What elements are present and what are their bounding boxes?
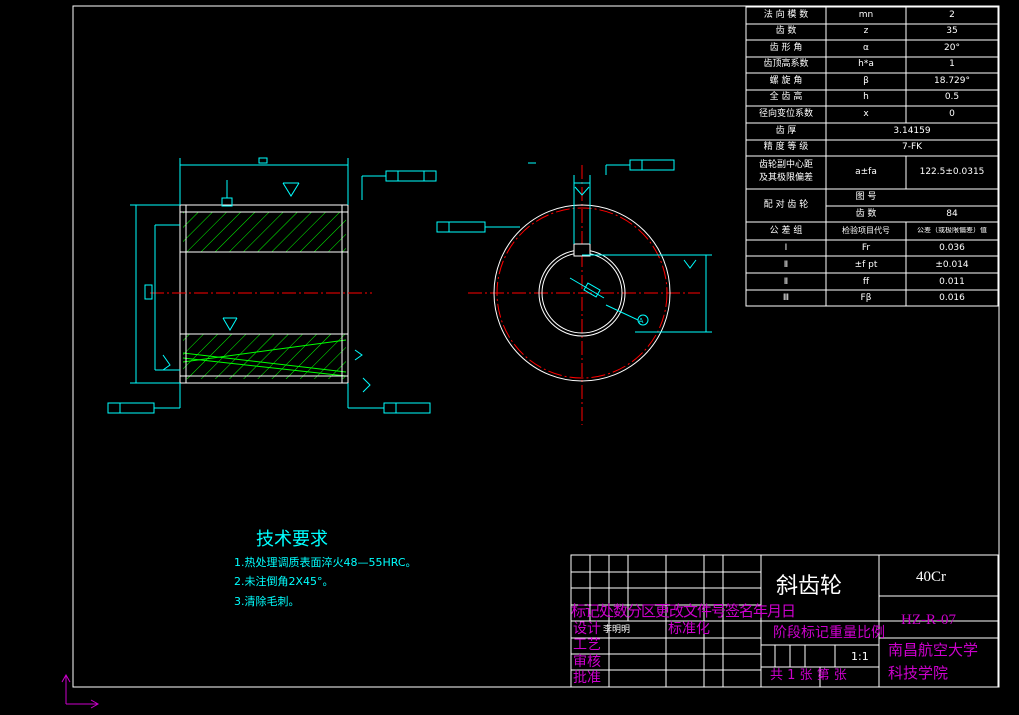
param-name-0: 法 向 模 数 xyxy=(763,10,809,20)
mating-teeth-label: 齿 数 xyxy=(855,209,877,219)
drawing-number: HZ-R-07 xyxy=(901,612,956,628)
center-distance-name-2: 及其极限偏差 xyxy=(758,173,813,183)
tech-requirement-item: 2.未注倒角2X45°。 xyxy=(234,575,334,588)
param-value-3: 1 xyxy=(949,59,955,69)
param-value-5: 0.5 xyxy=(944,92,960,102)
drawing-canvas: A xyxy=(61,5,1000,709)
approve-label: 批准 xyxy=(573,670,601,686)
svg-text:A: A xyxy=(639,317,644,325)
param-symbol-4: β xyxy=(863,76,869,86)
tol-group-0: Ⅰ xyxy=(784,243,788,253)
tech-requirements-title: 技术要求 xyxy=(256,529,328,550)
tol-header-item: 检验项目代号 xyxy=(842,226,890,235)
tech-requirement-item: 1.热处理调质表面淬火48—55HRC。 xyxy=(234,556,417,569)
tol-value-1: ±0.014 xyxy=(935,260,969,270)
ucs-icon xyxy=(61,673,100,709)
param-value-7: 3.14159 xyxy=(893,126,931,136)
tol-header-value: 公差（或极限偏差）值 xyxy=(917,227,987,234)
center-distance-symbol: a±fa xyxy=(855,167,877,177)
param-value-6: 0 xyxy=(949,109,955,119)
mating-fig-no-label: 图 号 xyxy=(855,192,877,202)
design-label: 设计 xyxy=(573,621,601,637)
param-value-0: 2 xyxy=(949,10,955,20)
param-symbol-1: z xyxy=(863,26,869,36)
tol-item-2: ff xyxy=(862,277,870,287)
mating-teeth-value: 84 xyxy=(946,209,958,219)
param-name-4: 螺 旋 角 xyxy=(769,76,803,86)
tol-value-0: 0.036 xyxy=(939,243,965,253)
material: 40Cr xyxy=(916,569,946,585)
tol-item-1: ±f pt xyxy=(854,260,878,270)
param-symbol-6: x xyxy=(863,109,869,119)
stage-header: 阶段标记重量比例 xyxy=(773,625,885,641)
param-symbol-3: h*a xyxy=(858,59,874,69)
mating-gear-label: 配 对 齿 轮 xyxy=(763,200,809,210)
param-name-2: 齿 形 角 xyxy=(769,43,803,53)
process-label: 工艺 xyxy=(573,637,601,653)
tol-group-2: Ⅱ xyxy=(783,277,789,287)
review-label: 审核 xyxy=(573,654,601,670)
scale-value: 1:1 xyxy=(851,650,869,663)
tol-item-3: Fβ xyxy=(860,293,872,303)
section-view xyxy=(107,157,437,414)
part-name: 斜齿轮 xyxy=(776,574,843,599)
end-view: A xyxy=(436,159,712,425)
school-name-2: 科技学院 xyxy=(888,664,949,682)
param-name-6: 径向变位系数 xyxy=(758,109,813,119)
param-symbol-2: α xyxy=(863,43,869,53)
tol-header-group: 公 差 组 xyxy=(769,226,803,236)
param-name-7: 齿 厚 xyxy=(775,126,797,136)
param-value-8: 7-FK xyxy=(901,142,923,152)
school-name: 南昌航空大学 xyxy=(888,641,979,659)
sheets-label: 共 1 张 第 张 xyxy=(770,668,847,683)
designer-name: 李明明 xyxy=(603,625,631,635)
upper-hatch xyxy=(183,212,346,252)
tol-item-0: Fr xyxy=(861,243,871,253)
tol-value-2: 0.011 xyxy=(939,277,965,287)
tol-group-1: Ⅱ xyxy=(783,260,789,270)
param-name-5: 全 齿 高 xyxy=(769,92,803,102)
param-value-4: 18.729° xyxy=(934,76,970,86)
param-name-3: 齿顶高系数 xyxy=(763,59,809,69)
standardize-label: 标准化 xyxy=(668,621,710,637)
lower-hatch xyxy=(183,334,346,379)
center-distance-name-1: 齿轮副中心距 xyxy=(758,160,813,170)
param-name-8: 精 度 等 级 xyxy=(763,142,809,152)
param-value-1: 35 xyxy=(946,26,958,36)
revision-header: 标记处数分区更改文件号签名年月日 xyxy=(571,602,796,620)
param-symbol-0: mn xyxy=(858,10,874,20)
param-value-2: 20° xyxy=(944,43,960,53)
tol-group-3: Ⅲ xyxy=(782,293,790,303)
param-symbol-5: h xyxy=(863,92,869,102)
center-distance-value: 122.5±0.0315 xyxy=(919,167,985,177)
tol-value-3: 0.016 xyxy=(939,293,965,303)
tech-requirement-item: 3.清除毛刺。 xyxy=(234,595,300,608)
param-name-1: 齿 数 xyxy=(775,26,797,36)
